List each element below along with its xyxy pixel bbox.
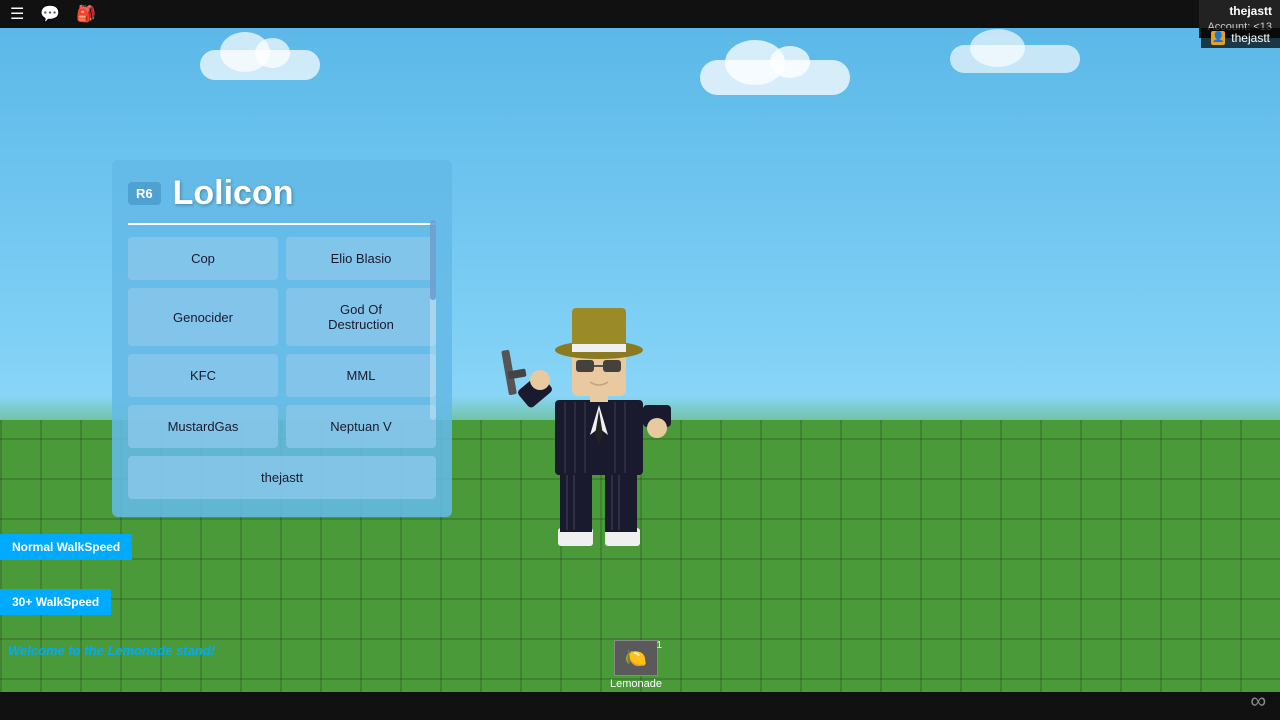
panel-title: Lolicon bbox=[173, 174, 294, 213]
bottom-bar: ∞ bbox=[0, 692, 1280, 720]
btn-mml[interactable]: MML bbox=[286, 354, 436, 397]
lemonade-count: 1 bbox=[656, 640, 662, 651]
r6-badge: R6 bbox=[128, 182, 161, 205]
character bbox=[500, 280, 700, 560]
btn-thejastt[interactable]: thejastt bbox=[128, 456, 436, 499]
walkspeed-30-button[interactable]: 30+ WalkSpeed bbox=[0, 589, 111, 615]
bag-icon[interactable]: 🎒 bbox=[76, 4, 96, 24]
lemonade-box: 1 🍋 bbox=[614, 640, 658, 676]
btn-neptuan-v[interactable]: Neptuan V bbox=[286, 405, 436, 448]
main-panel: R6 Lolicon Cop Elio Blasio Genocider God… bbox=[112, 160, 452, 517]
btn-kfc[interactable]: KFC bbox=[128, 354, 278, 397]
scroll-indicator[interactable] bbox=[430, 220, 436, 420]
top-bar: ☰ 💬 🎒 thejastt Account: <13 bbox=[0, 0, 1280, 28]
btn-mustardgas[interactable]: MustardGas bbox=[128, 405, 278, 448]
infinity-icon: ∞ bbox=[1250, 688, 1266, 714]
user-bar: 👤 thejastt bbox=[1201, 28, 1280, 48]
btn-elio-blasio[interactable]: Elio Blasio bbox=[286, 237, 436, 280]
account-username: thejastt bbox=[1207, 3, 1272, 20]
user-bar-username: thejastt bbox=[1231, 31, 1270, 45]
walkspeed-normal-button[interactable]: Normal WalkSpeed bbox=[0, 534, 132, 560]
chat-icon[interactable]: 💬 bbox=[40, 4, 60, 24]
welcome-text: Welcome to the Lemonade stand! bbox=[8, 643, 215, 658]
cloud-3 bbox=[950, 45, 1080, 73]
cloud-2 bbox=[700, 60, 850, 95]
btn-god-of-destruction[interactable]: God OfDestruction bbox=[286, 288, 436, 346]
menu-icon[interactable]: ☰ bbox=[10, 4, 24, 24]
lemonade-item[interactable]: 1 🍋 Lemonade bbox=[610, 640, 662, 690]
scroll-thumb bbox=[430, 220, 436, 300]
panel-grid: Cop Elio Blasio Genocider God OfDestruct… bbox=[128, 237, 436, 448]
cloud-1 bbox=[200, 50, 320, 80]
user-avatar-icon: 👤 bbox=[1211, 31, 1225, 45]
panel-header: R6 Lolicon bbox=[128, 174, 436, 213]
btn-cop[interactable]: Cop bbox=[128, 237, 278, 280]
lemonade-label: Lemonade bbox=[610, 678, 662, 690]
btn-genocider[interactable]: Genocider bbox=[128, 288, 278, 346]
panel-divider bbox=[128, 223, 436, 225]
